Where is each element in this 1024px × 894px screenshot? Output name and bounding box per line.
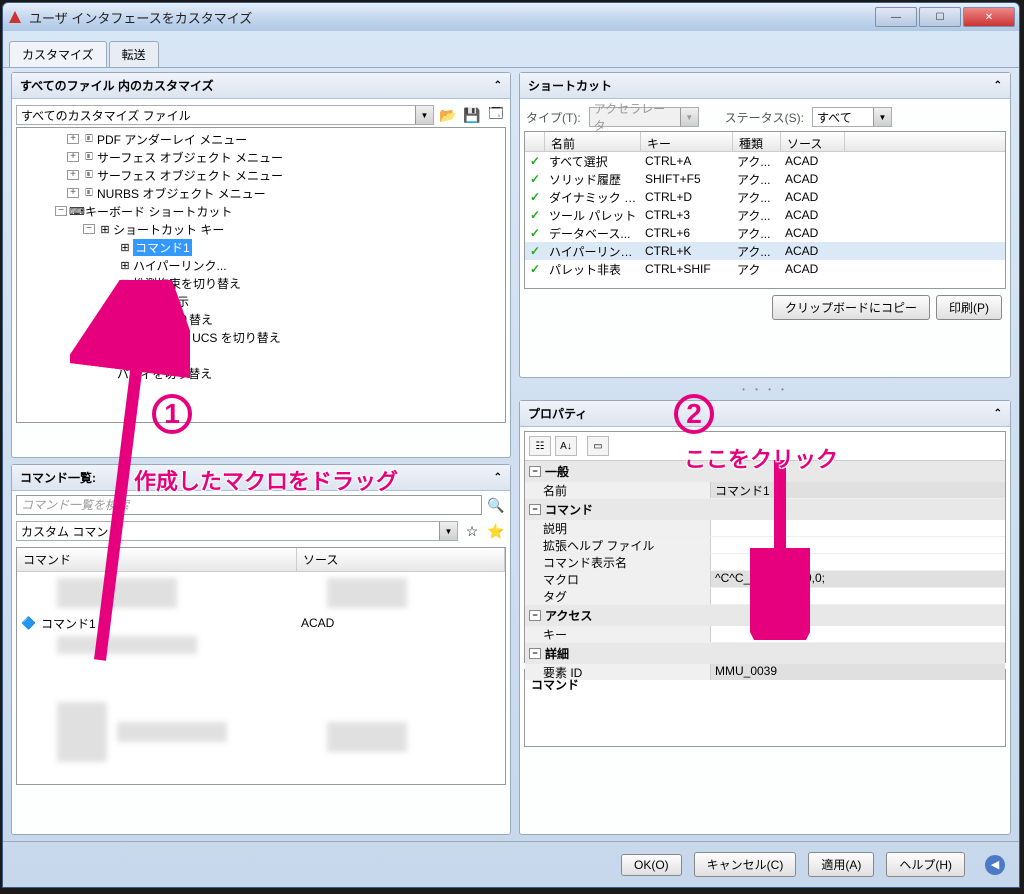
sort-az-icon[interactable]: A↓	[555, 436, 577, 456]
open-icon[interactable]: 📂	[438, 105, 458, 125]
help-button[interactable]: ヘルプ(H)	[886, 852, 965, 877]
search-icon[interactable]: 🔍	[486, 495, 506, 515]
tree-item[interactable]: サーフェス オブジェクト メニュー	[97, 167, 283, 184]
tree-item[interactable]: パティを切り替え	[117, 365, 212, 382]
anno-circle-1: 1	[152, 394, 192, 434]
prop-name[interactable]: コマンド1	[711, 482, 1005, 498]
prop-dispname[interactable]	[711, 554, 1005, 570]
cmd-src: ACAD	[301, 616, 334, 630]
cat-general[interactable]: 一般	[545, 463, 569, 480]
prop-macro[interactable]: ^C^C_circle;non;0,0;	[711, 571, 1005, 587]
categorize-icon[interactable]: ☷	[529, 436, 551, 456]
tree-item-command1[interactable]: コマンド1	[133, 239, 192, 256]
tree-item[interactable]: ハイパーリンク...	[133, 257, 227, 274]
tree-item[interactable]: PDF アンダーレイ メニュー	[97, 131, 247, 148]
table-row[interactable]: ✓すべて選択CTRL+Aアク...ACAD	[525, 152, 1005, 170]
cat-access[interactable]: アクセス	[545, 607, 592, 624]
prop-exthelp[interactable]	[711, 537, 1005, 553]
cmd-name: コマンド1	[41, 615, 301, 632]
col-check	[525, 132, 545, 151]
cat-detail[interactable]: 詳細	[545, 645, 569, 662]
dropdown-arrow-icon[interactable]: ▼	[415, 106, 433, 124]
copy-clipboard-button[interactable]: クリップボードにコピー	[772, 295, 930, 320]
panel-cmdlist-title: コマンド一覧:	[20, 469, 96, 486]
status-label: ステータス(S):	[725, 109, 804, 126]
table-row[interactable]: ✓データベース...CTRL+6アク...ACAD	[525, 224, 1005, 242]
page-icon[interactable]: ▭	[587, 436, 609, 456]
col-name[interactable]: 名前	[545, 132, 641, 151]
col-command[interactable]: コマンド	[17, 548, 297, 571]
col-key[interactable]: キー	[641, 132, 733, 151]
dropdown-arrow-icon[interactable]: ▼	[873, 108, 891, 126]
close-button[interactable]: ✕	[963, 7, 1015, 27]
splitter[interactable]: • • • •	[519, 384, 1011, 394]
panel-all-files-title: すべてのファイル 内のカスタマイズ	[20, 77, 214, 94]
command-list[interactable]: コマンド ソース 🔷 コマンド1 ACAD	[16, 547, 506, 785]
customize-file-combo[interactable]: すべてのカスタマイズ ファイル	[17, 107, 415, 124]
collapse-icon[interactable]: ⌃	[994, 408, 1002, 419]
cmdlist-filter-combo[interactable]: カスタム コマンド	[17, 523, 439, 540]
collapse-icon[interactable]: ⌃	[494, 472, 502, 483]
ok-button[interactable]: OK(O)	[621, 854, 682, 876]
prop-element-id[interactable]: MMU_0039	[711, 664, 1005, 680]
prop-desc[interactable]	[711, 520, 1005, 536]
customize-tree[interactable]: +🗉PDF アンダーレイ メニュー +🗉サーフェス オブジェクト メニュー +🗉…	[16, 127, 506, 423]
tree-item[interactable]: サーフェス オブジェクト メニュー	[97, 149, 283, 166]
collapse-icon[interactable]: ⌃	[494, 80, 502, 91]
tab-transfer[interactable]: 転送	[109, 41, 159, 67]
table-row[interactable]: ✓ソリッド履歴SHIFT+F5アク...ACAD	[525, 170, 1005, 188]
cancel-button[interactable]: キャンセル(C)	[694, 852, 797, 877]
tree-item[interactable]: ダイナミック UCS を切り替え	[117, 329, 281, 346]
col-src[interactable]: ソース	[781, 132, 845, 151]
print-button[interactable]: 印刷(P)	[936, 295, 1002, 320]
panel-props-title: プロパティ	[528, 405, 587, 422]
maximize-button[interactable]: ☐	[919, 7, 961, 27]
panel-shortcut-header: ショートカット ⌃	[520, 73, 1010, 99]
tree-item-shortcut-keys[interactable]: ショートカット キー	[113, 221, 224, 238]
prop-key[interactable]	[711, 626, 1005, 642]
star-fav-icon[interactable]: ⭐	[486, 521, 506, 541]
table-row[interactable]: ✓ハイパーリンク...CTRL+Kアク...ACAD	[525, 242, 1005, 260]
tree-item[interactable]: 切り替え	[117, 347, 165, 364]
table-row[interactable]: ✓ダイナミック U...CTRL+Dアク...ACAD	[525, 188, 1005, 206]
type-label: タイプ(T):	[526, 109, 581, 126]
col-type[interactable]: 種類	[733, 132, 781, 151]
minimize-button[interactable]: —	[875, 7, 917, 27]
anno-text-2: ここをクリック	[684, 442, 838, 474]
property-desc-box: コマンド	[524, 669, 1006, 747]
tree-item[interactable]: 座標表示切り替え	[117, 311, 213, 328]
table-row[interactable]: ✓ツール パレットCTRL+3アク...ACAD	[525, 206, 1005, 224]
anno-text-1: 作成したマクロをドラッグ	[134, 464, 398, 496]
dropdown-arrow-icon[interactable]: ▼	[439, 522, 457, 540]
desc-title: コマンド	[531, 678, 579, 692]
apply-button[interactable]: 適用(A)	[808, 852, 874, 877]
cat-command[interactable]: コマンド	[545, 501, 593, 518]
tree-item[interactable]: 推測拘束を切り替え	[133, 275, 241, 292]
status-combo[interactable]: すべて	[813, 109, 873, 126]
panel-props-header: プロパティ ⌃	[520, 401, 1010, 427]
table-row[interactable]: ✓パレット非表CTRL+SHIFアクACAD	[525, 260, 1005, 278]
star-new-icon[interactable]: ☆	[462, 521, 482, 541]
panel-all-files-header: すべてのファイル 内のカスタマイズ ⌃	[12, 73, 510, 99]
panel-shortcut-title: ショートカット	[528, 77, 612, 94]
type-combo: アクセラレータ	[590, 100, 680, 134]
col-source[interactable]: ソース	[297, 548, 505, 571]
tree-item[interactable]: レット非表示	[117, 293, 189, 310]
tree-item-keyboard[interactable]: キーボード ショートカット	[85, 203, 232, 220]
save-icon[interactable]: 💾	[462, 105, 482, 125]
saveas-icon[interactable]: 🗔	[486, 105, 506, 125]
search-input[interactable]: コマンド一覧を検索	[16, 495, 482, 515]
window-title: ユーザ インタフェースをカスタマイズ	[29, 8, 875, 27]
collapse-icon[interactable]: ⌃	[994, 80, 1002, 91]
titlebar: ユーザ インタフェースをカスタマイズ — ☐ ✕	[3, 3, 1019, 31]
list-item[interactable]: 🔷 コマンド1 ACAD	[17, 614, 505, 632]
dropdown-arrow-icon: ▼	[680, 108, 698, 126]
context-help-icon[interactable]: ◀	[985, 855, 1005, 875]
prop-tag[interactable]	[711, 588, 1005, 604]
shortcut-table[interactable]: 名前 キー 種類 ソース ✓すべて選択CTRL+Aアク...ACAD✓ソリッド履…	[524, 131, 1006, 289]
tree-item[interactable]: NURBS オブジェクト メニュー	[97, 185, 266, 202]
tab-customize[interactable]: カスタマイズ	[9, 41, 107, 67]
app-icon	[7, 9, 23, 25]
anno-circle-2: 2	[674, 394, 714, 434]
